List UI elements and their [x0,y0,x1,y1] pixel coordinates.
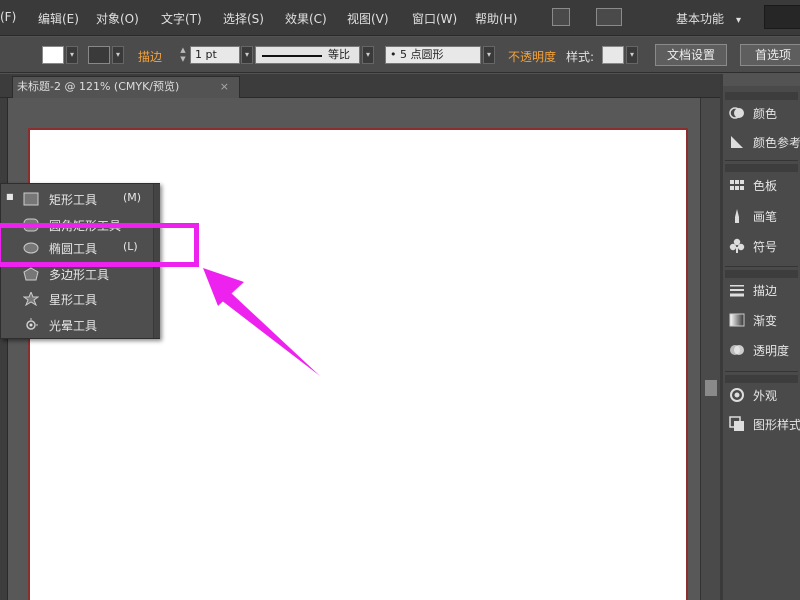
annotation-arrow [203,268,320,376]
